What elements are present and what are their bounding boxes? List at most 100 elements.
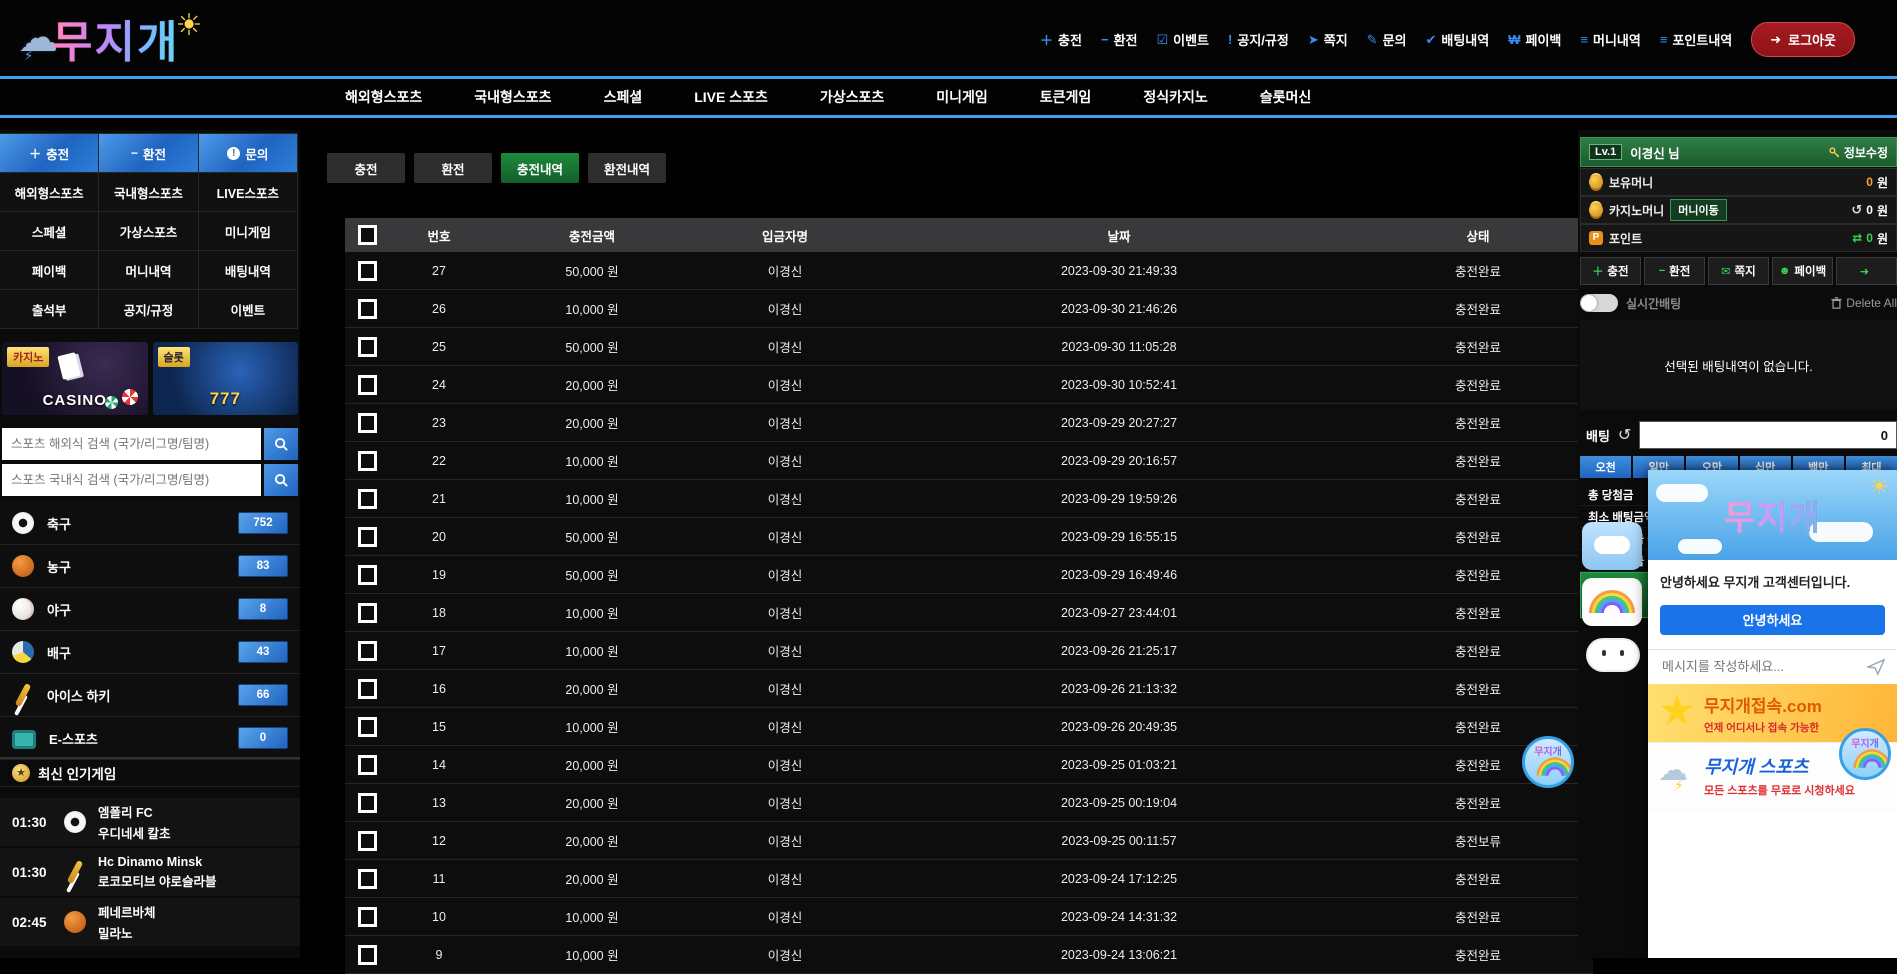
realtime-toggle[interactable] [1580, 294, 1618, 312]
history-tab[interactable]: 충전 [327, 153, 405, 183]
rightbar-action-button[interactable]: ➜ [1836, 257, 1897, 285]
sidebar-menu-item[interactable]: 스페셜 [0, 211, 99, 251]
soccer-icon [64, 811, 86, 833]
nav-item[interactable]: 미니게임 [936, 87, 988, 107]
row-checkbox[interactable] [358, 831, 377, 851]
nav-item[interactable]: 정식카지노 [1143, 87, 1207, 107]
row-checkbox[interactable] [358, 869, 377, 889]
sidebar-menu-item[interactable]: 이벤트 [198, 289, 298, 329]
sport-row[interactable]: 농구 83 [0, 545, 300, 588]
sidebar-menu-item[interactable]: 페이백 [0, 250, 99, 290]
support-chat-popup: 무지개 ☀ 안녕하세요 무지개 고객센터입니다. 안녕하세요 무지개접속.com… [1648, 470, 1897, 958]
row-checkbox[interactable] [358, 527, 377, 547]
row-checkbox[interactable] [358, 375, 377, 395]
rightbar-action-button[interactable]: ☻ 페이백 [1772, 257, 1833, 285]
select-all-checkbox[interactable] [358, 225, 377, 245]
edit-info-button[interactable]: 정보수정 [1829, 144, 1888, 161]
sidebar-quick-button[interactable]: ! 문의 [198, 133, 298, 173]
history-tab[interactable]: 충전내역 [501, 153, 579, 183]
nav-item[interactable]: 슬롯머신 [1260, 87, 1312, 107]
sport-row[interactable]: 아이스 하키 66 [0, 674, 300, 717]
casino-badge: 카지노 [7, 347, 49, 367]
sport-row[interactable]: 배구 43 [0, 631, 300, 674]
toolbar-item[interactable]: ➤ 쪽지 [1308, 30, 1348, 49]
nav-item[interactable]: 스페셜 [604, 87, 643, 107]
sidebar-menu-item[interactable]: LIVE스포츠 [198, 172, 298, 212]
nav-item[interactable]: 토큰게임 [1040, 87, 1092, 107]
toolbar-item[interactable]: − 환전 [1101, 30, 1138, 49]
row-checkbox[interactable] [358, 413, 377, 433]
bet-amount-input[interactable] [1639, 421, 1897, 449]
row-checkbox[interactable] [358, 755, 377, 775]
slot-banner[interactable]: 슬롯 777 [153, 342, 299, 415]
sidebar-quick-button[interactable]: − 환전 [98, 133, 198, 173]
bet-amount-row: 배팅 ↺ [1580, 420, 1897, 450]
cell-no: 24 [389, 378, 489, 392]
toolbar-item[interactable]: ≡ 머니내역 [1580, 30, 1640, 49]
floating-logo-button[interactable]: 무지개 [1522, 736, 1574, 788]
row-checkbox[interactable] [358, 603, 377, 623]
row-checkbox[interactable] [358, 261, 377, 281]
site-logo[interactable]: ☁ ⚡ 무지개 ☀ [18, 4, 202, 72]
rightbar-action-button[interactable]: ✉ 쪽지 [1708, 257, 1769, 285]
sport-row[interactable]: 축구 752 [0, 502, 300, 545]
sidebar-menu-item[interactable]: 미니게임 [198, 211, 298, 251]
overseas-search-button[interactable] [264, 428, 298, 460]
rightbar-action-button[interactable]: − 환전 [1644, 257, 1705, 285]
toolbar-item[interactable]: ＋ 충전 [1040, 30, 1082, 49]
send-icon[interactable] [1867, 658, 1885, 676]
sidebar-menu-item[interactable]: 배팅내역 [198, 250, 298, 290]
toolbar-item[interactable]: ! 공지/규정 [1228, 30, 1289, 49]
transfer-icon[interactable]: ⇄ [1852, 231, 1862, 245]
sidebar-menu-item[interactable]: 국내형스포츠 [98, 172, 198, 212]
logout-button[interactable]: ➜ 로그아웃 [1751, 22, 1855, 57]
cell-amount: 20,000 원 [489, 413, 695, 432]
nav-item[interactable]: LIVE 스포츠 [694, 87, 768, 107]
nav-item[interactable]: 해외형스포츠 [345, 87, 422, 107]
quick-amount-button[interactable]: 오천 [1580, 456, 1631, 478]
toolbar-item[interactable]: ✔ 배팅내역 [1425, 30, 1489, 49]
toolbar-item[interactable]: ☑ 이벤트 [1156, 30, 1209, 49]
sport-row[interactable]: E-스포츠 0 [0, 717, 300, 760]
sport-row[interactable]: 야구 8 [0, 588, 300, 631]
chat-greeting-button[interactable]: 안녕하세요 [1660, 605, 1885, 635]
row-checkbox[interactable] [358, 337, 377, 357]
toolbar-item[interactable]: ≡ 포인트내역 [1660, 30, 1732, 49]
row-checkbox[interactable] [358, 565, 377, 585]
nav-item[interactable]: 가상스포츠 [820, 87, 884, 107]
rightbar-action-button[interactable]: ＋ 충전 [1580, 257, 1641, 285]
sidebar-menu-item[interactable]: 머니내역 [98, 250, 198, 290]
game-row[interactable]: 02:45 페네르바체 밀라노 [0, 898, 300, 946]
chat-floating-logo-button[interactable]: 무지개 [1839, 728, 1891, 780]
row-checkbox[interactable] [358, 793, 377, 813]
sidebar-quick-button[interactable]: ＋ 충전 [0, 133, 99, 173]
toolbar-item[interactable]: ✎ 문의 [1367, 30, 1407, 49]
history-tab[interactable]: 환전 [414, 153, 492, 183]
domestic-search-input[interactable] [2, 464, 261, 496]
domestic-search-button[interactable] [264, 464, 298, 496]
chat-message-input[interactable] [1660, 658, 1859, 675]
toolbar-item[interactable]: ₩ 페이백 [1508, 30, 1561, 49]
reset-bet-icon[interactable]: ↺ [1618, 425, 1631, 445]
sidebar-menu-item[interactable]: 공지/규정 [98, 289, 198, 329]
row-checkbox[interactable] [358, 679, 377, 699]
row-checkbox[interactable] [358, 641, 377, 661]
row-checkbox[interactable] [358, 717, 377, 737]
game-row[interactable]: 01:30 Hc Dinamo Minsk 로코모티브 야로슬라블 [0, 848, 300, 896]
overseas-search-input[interactable] [2, 428, 261, 460]
refresh-icon[interactable]: ↺ [1851, 202, 1862, 218]
row-checkbox[interactable] [358, 907, 377, 927]
nav-item[interactable]: 국내형스포츠 [474, 87, 551, 107]
row-checkbox[interactable] [358, 945, 377, 965]
game-row[interactable]: 01:30 엠폴리 FC 우디네세 칼초 [0, 798, 300, 846]
casino-banner[interactable]: 카지노 CASINO [2, 342, 148, 415]
delete-all-button[interactable]: Delete All [1831, 296, 1897, 310]
sidebar-menu-item[interactable]: 해외형스포츠 [0, 172, 99, 212]
history-tab[interactable]: 환전내역 [588, 153, 666, 183]
row-checkbox[interactable] [358, 489, 377, 509]
row-checkbox[interactable] [358, 299, 377, 319]
sidebar-menu-item[interactable]: 가상스포츠 [98, 211, 198, 251]
money-move-button[interactable]: 머니이동 [1670, 199, 1726, 221]
row-checkbox[interactable] [358, 451, 377, 471]
sidebar-menu-item[interactable]: 출석부 [0, 289, 99, 329]
